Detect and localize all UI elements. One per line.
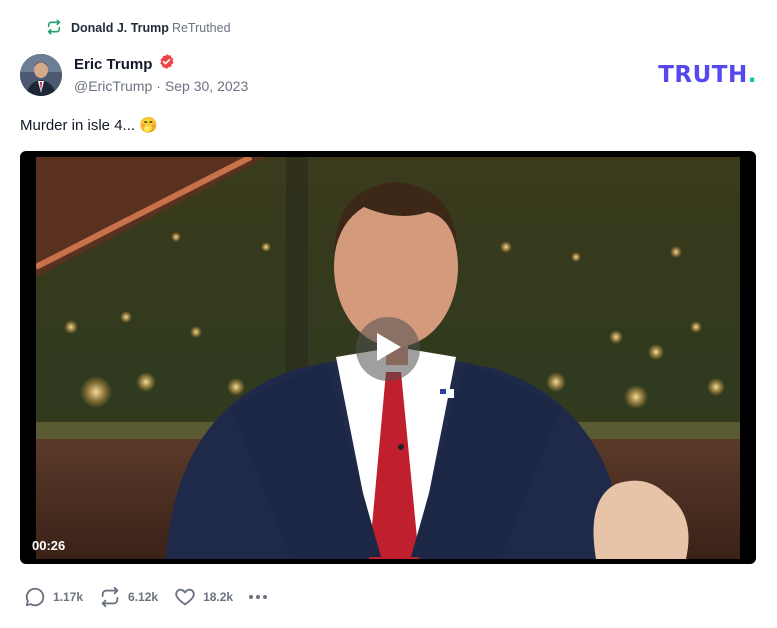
avatar[interactable]: [20, 54, 62, 96]
verified-badge-icon: [158, 53, 175, 75]
post-date[interactable]: Sep 30, 2023: [165, 78, 248, 96]
reply-count: 1.17k: [53, 590, 84, 604]
reply-icon: [24, 586, 46, 608]
heart-icon: [174, 586, 196, 608]
more-dots-icon[interactable]: [249, 591, 268, 603]
truth-logo-dot: .: [747, 62, 757, 88]
action-bar: 1.17k 6.12k 18.2k: [24, 585, 268, 609]
retruth-button[interactable]: 6.12k: [99, 586, 158, 608]
video-player[interactable]: 00:26: [20, 151, 756, 564]
author-handle[interactable]: @EricTrump: [74, 78, 152, 96]
truth-logo: TRUTH.: [658, 62, 757, 88]
author-name[interactable]: Eric Trump: [74, 56, 152, 73]
retruth-header: Donald J. Trump ReTruthed: [46, 18, 231, 38]
play-icon: [373, 331, 403, 368]
retruth-icon: [46, 19, 62, 38]
meta-separator: ·: [156, 78, 161, 94]
retruth-icon: [99, 586, 121, 608]
like-button[interactable]: 18.2k: [174, 586, 233, 608]
play-button[interactable]: [356, 317, 420, 381]
retruth-count: 6.12k: [128, 590, 159, 604]
retruth-label: ReTruthed: [171, 21, 231, 35]
reply-button[interactable]: 1.17k: [24, 586, 83, 608]
video-duration: 00:26: [32, 538, 66, 553]
truth-logo-word: TRUTH: [658, 62, 748, 88]
like-count: 18.2k: [203, 590, 234, 604]
post-emoji: 🤭: [139, 117, 158, 134]
retruth-user-link[interactable]: Donald J. Trump: [71, 21, 169, 35]
post-text: Murder in isle 4... 🤭: [20, 115, 158, 135]
post-body: Murder in isle 4...: [20, 116, 136, 134]
author-block: Eric Trump @EricTrump · Sep 30, 2023: [74, 54, 248, 96]
